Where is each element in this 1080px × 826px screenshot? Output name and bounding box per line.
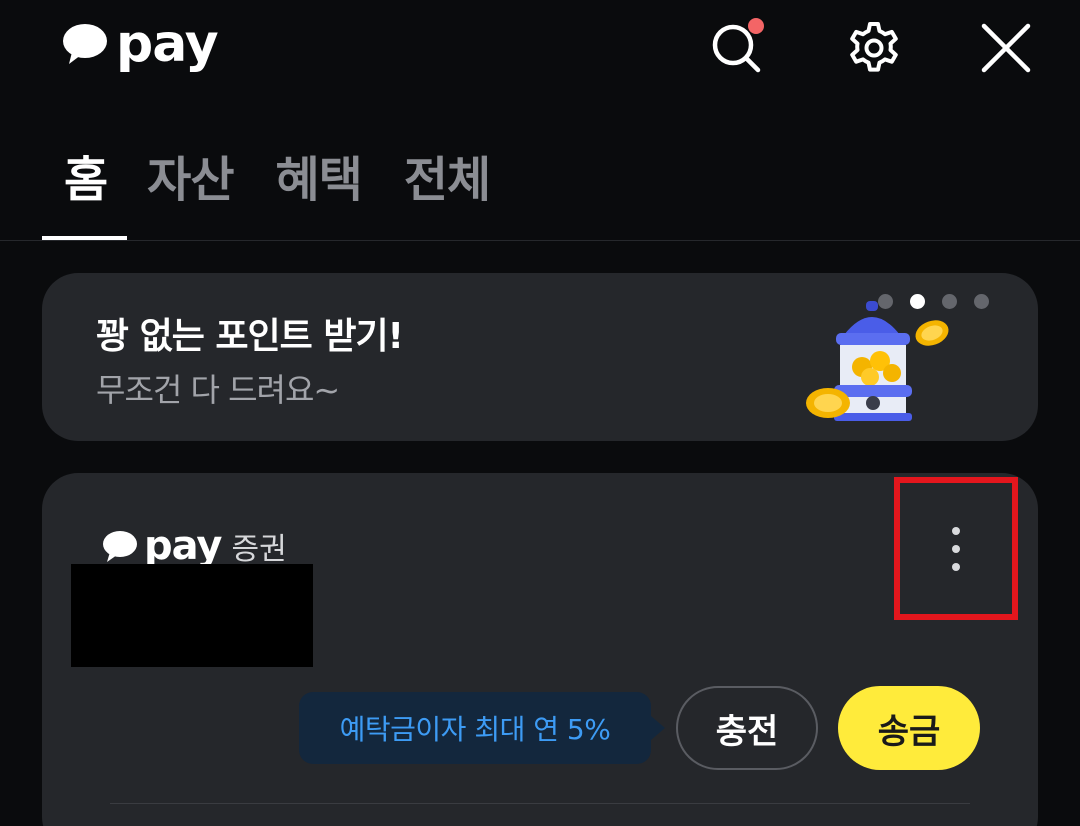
tab-all[interactable]: 전체 — [404, 145, 491, 241]
gacha-machine-icon — [804, 291, 954, 425]
pager-dot-active — [910, 294, 925, 309]
banner-title: 꽝 없는 포인트 받기! — [96, 316, 404, 357]
pager-dot — [942, 294, 957, 309]
close-icon — [981, 23, 1031, 73]
banner-subtitle: 무조건 다 드려요~ — [96, 371, 340, 409]
promo-banner[interactable]: 꽝 없는 포인트 받기! 무조건 다 드려요~ — [42, 273, 1038, 441]
settings-button[interactable] — [844, 18, 904, 78]
card-brand-text: pay — [144, 523, 222, 569]
close-button[interactable] — [976, 18, 1036, 78]
gear-icon — [850, 22, 898, 72]
redacted-balance — [71, 564, 313, 667]
kakaopay-logo: pay — [62, 14, 219, 74]
notification-dot — [748, 18, 764, 34]
interest-tooltip: 예탁금이자 최대 연 5% — [299, 692, 665, 764]
more-vertical-icon — [952, 526, 960, 535]
pager-dot — [974, 294, 989, 309]
speech-bubble-icon — [63, 24, 107, 64]
app-header: pay — [0, 0, 1080, 100]
charge-button[interactable]: 충전 — [676, 686, 818, 770]
card-divider — [110, 803, 970, 804]
speech-bubble-icon — [103, 531, 137, 562]
more-options-button[interactable] — [894, 477, 1018, 620]
more-vertical-icon — [952, 544, 960, 553]
tab-assets[interactable]: 자산 — [147, 145, 234, 241]
pager-dot — [878, 294, 893, 309]
card-brand: pay 증권 — [102, 523, 287, 569]
search-button[interactable] — [706, 18, 766, 78]
main-tabs: 홈 자산 혜택 전체 — [42, 145, 532, 241]
more-vertical-icon — [952, 562, 960, 571]
banner-pager — [878, 294, 1006, 309]
card-brand-sub: 증권 — [231, 532, 287, 567]
logo-text: pay — [116, 14, 219, 74]
tab-divider — [0, 240, 1080, 241]
send-button[interactable]: 송금 — [838, 686, 980, 770]
securities-card: pay 증권 예탁금이자 최대 연 5% 충전 송금 — [42, 473, 1038, 826]
tab-benefits[interactable]: 혜택 — [276, 145, 363, 241]
tab-home[interactable]: 홈 — [42, 145, 128, 241]
